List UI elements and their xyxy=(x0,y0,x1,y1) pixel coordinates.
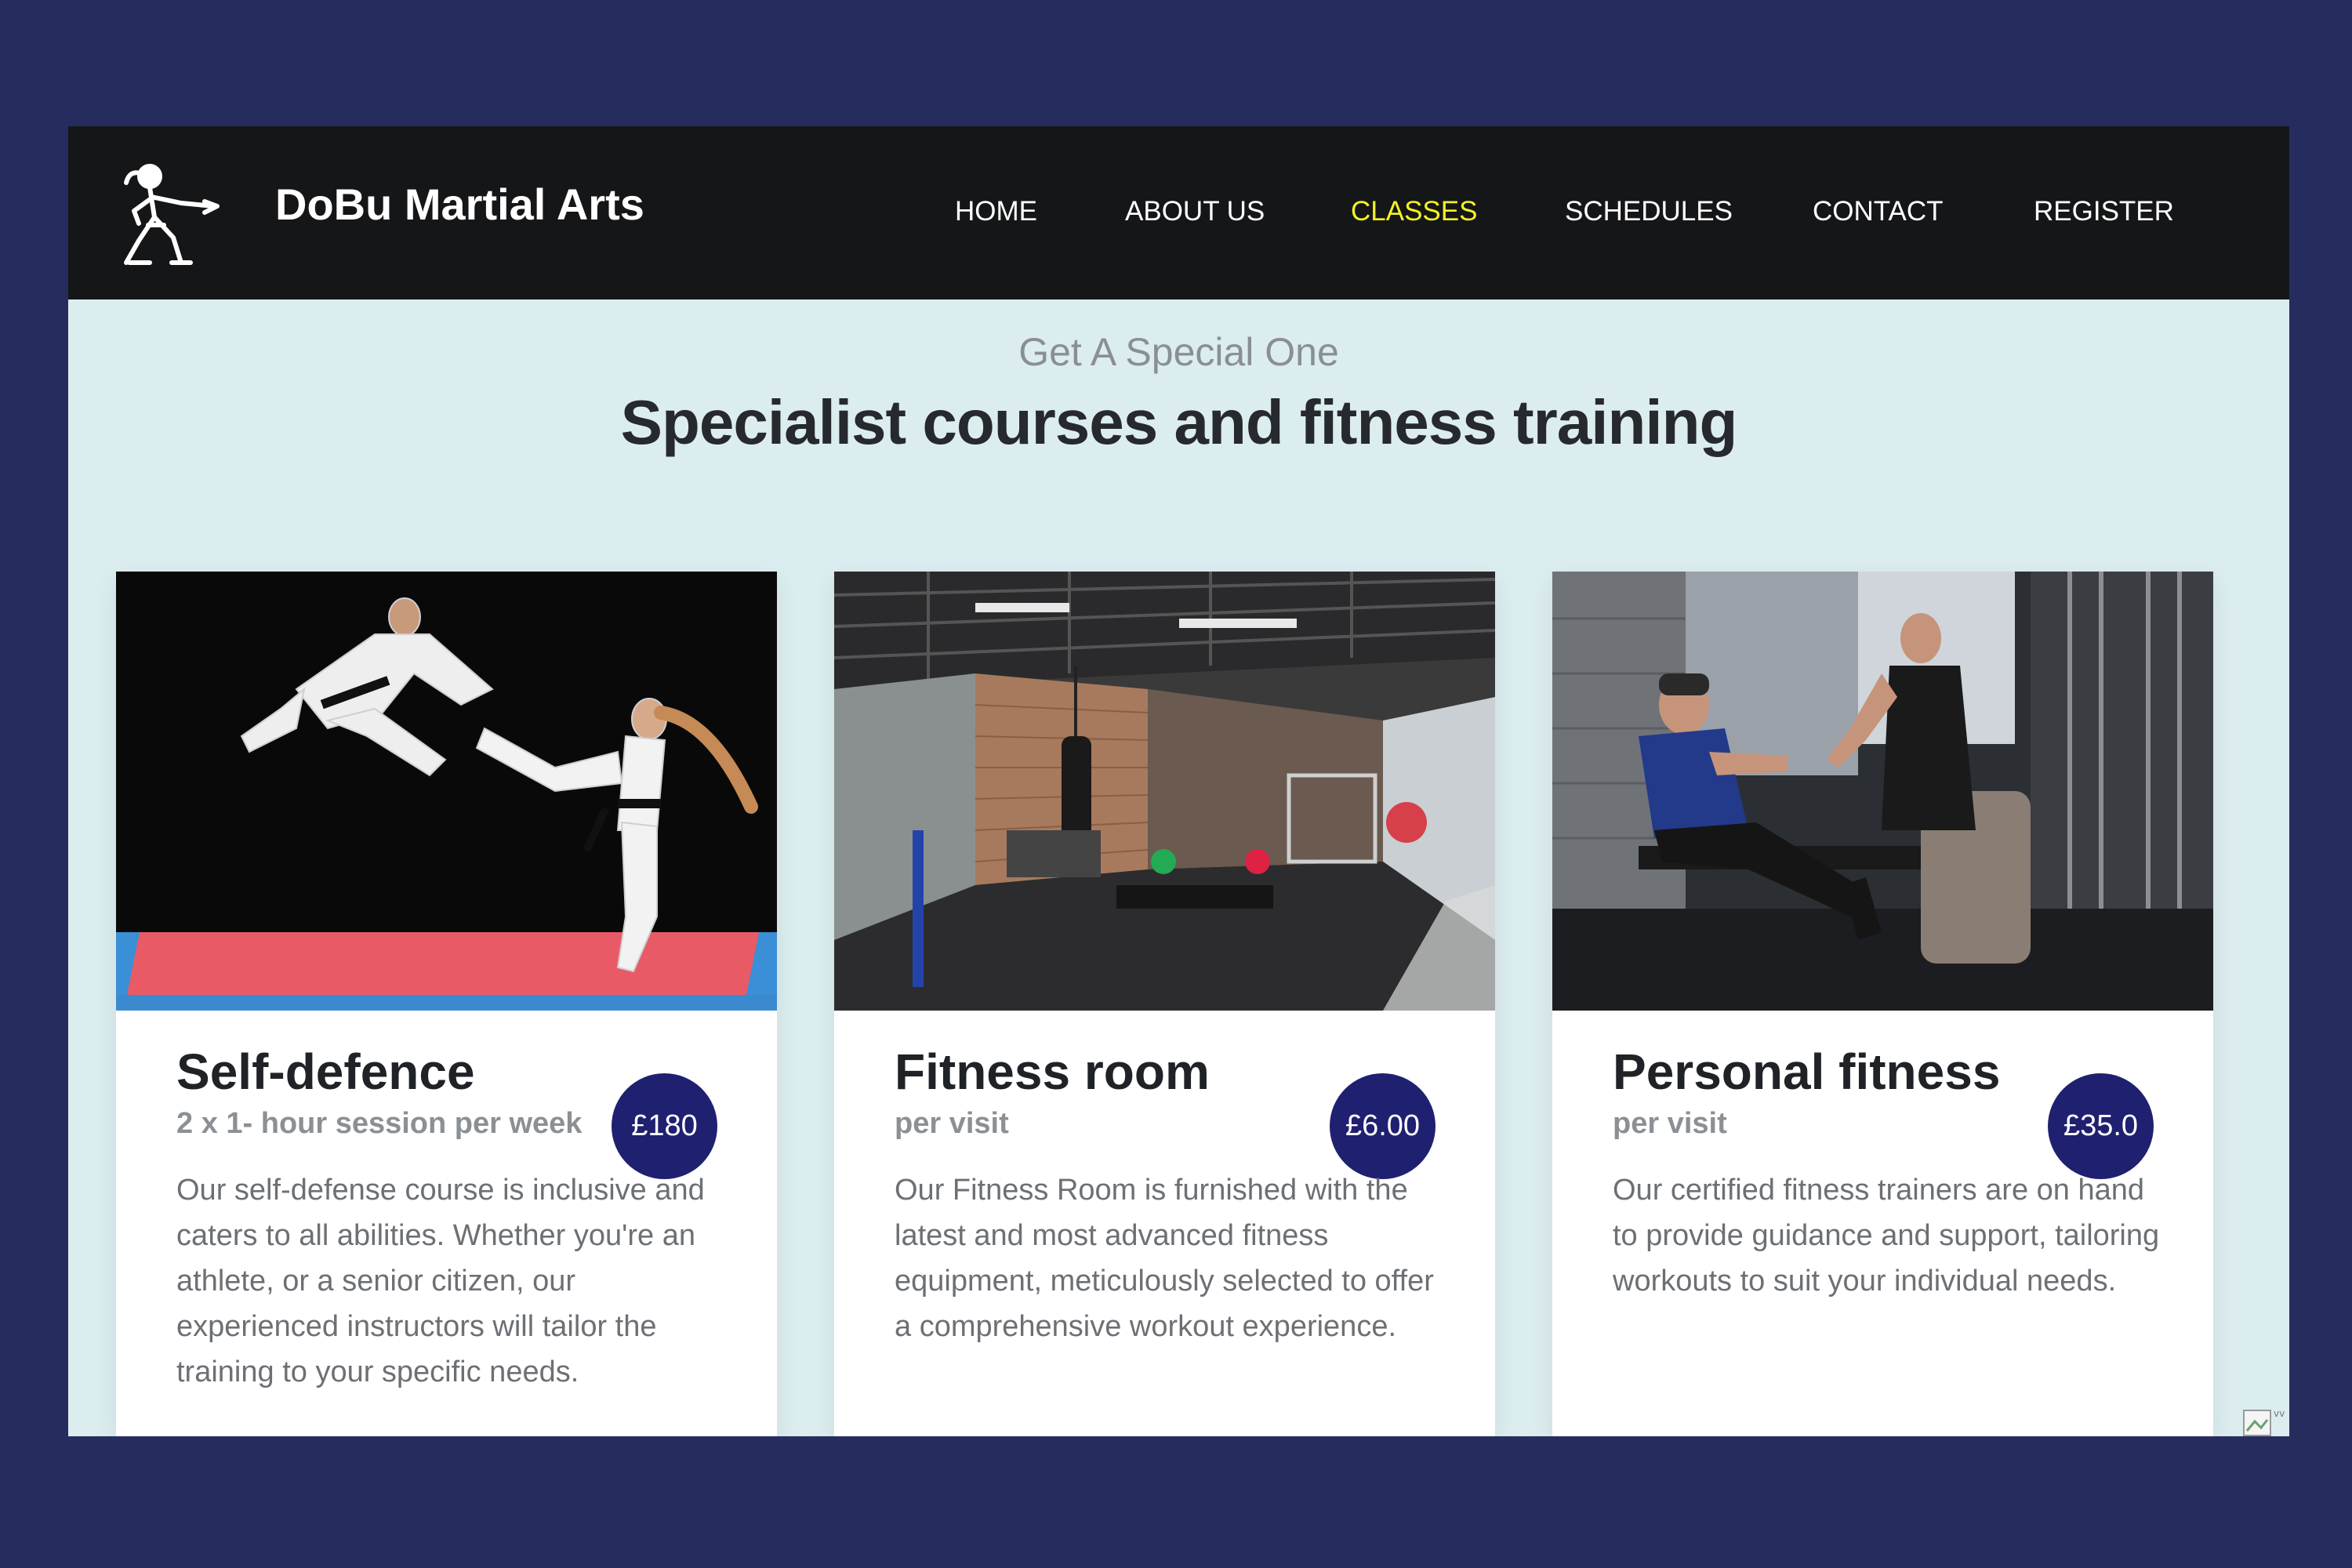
website-viewport: DoBu Martial Arts HOME ABOUT US CLASSES … xyxy=(68,126,2289,1436)
card-subtitle: 2 x 1- hour session per week xyxy=(176,1107,583,1140)
course-card-personal-fitness: Personal fitness per visit £35.0 Our cer… xyxy=(1552,572,2213,1436)
card-description: Our certified fitness trainers are on ha… xyxy=(1613,1174,2160,1298)
card-subtitle: per visit xyxy=(895,1107,1009,1140)
broken-image-icon: vv xyxy=(2242,1406,2289,1436)
fitness-room-image xyxy=(834,572,1495,1011)
card-title: Self-defence xyxy=(176,1044,475,1100)
price-badge: £6.00 xyxy=(1330,1073,1436,1179)
price-badge: £180 xyxy=(612,1073,717,1179)
card-subtitle: per visit xyxy=(1613,1107,1727,1140)
nav-contact-link[interactable]: CONTACT xyxy=(1813,195,1944,228)
card-description: Our self-defense course is inclusive and… xyxy=(176,1174,705,1388)
card-title: Personal fitness xyxy=(1613,1044,2001,1100)
nav-classes-link[interactable]: CLASSES xyxy=(1351,195,1477,228)
navbar: DoBu Martial Arts HOME ABOUT US CLASSES … xyxy=(68,126,2289,299)
course-card-self-defence: Self-defence 2 x 1- hour session per wee… xyxy=(116,572,777,1436)
card-title: Fitness room xyxy=(895,1044,1210,1100)
nav-schedules-link[interactable]: SCHEDULES xyxy=(1565,195,1733,228)
card-description: Our Fitness Room is furnished with the l… xyxy=(895,1174,1434,1343)
nav-register-link[interactable]: REGISTER xyxy=(2034,195,2174,228)
nav-about-link[interactable]: ABOUT US xyxy=(1125,195,1265,228)
section-kicker: Get A Special One xyxy=(1018,330,1339,374)
price-badge: £35.0 xyxy=(2048,1073,2154,1179)
course-card-fitness-room: Fitness room per visit £6.00 Our Fitness… xyxy=(834,572,1495,1436)
nav-home-link[interactable]: HOME xyxy=(955,195,1037,228)
section-headline: Specialist courses and fitness training xyxy=(620,387,1738,457)
personal-fitness-image xyxy=(1552,572,2213,1011)
svg-text:vv: vv xyxy=(2274,1408,2285,1419)
main-nav: HOME ABOUT US CLASSES SCHEDULES CONTACT … xyxy=(68,195,2289,234)
self-defence-image xyxy=(116,572,777,1011)
